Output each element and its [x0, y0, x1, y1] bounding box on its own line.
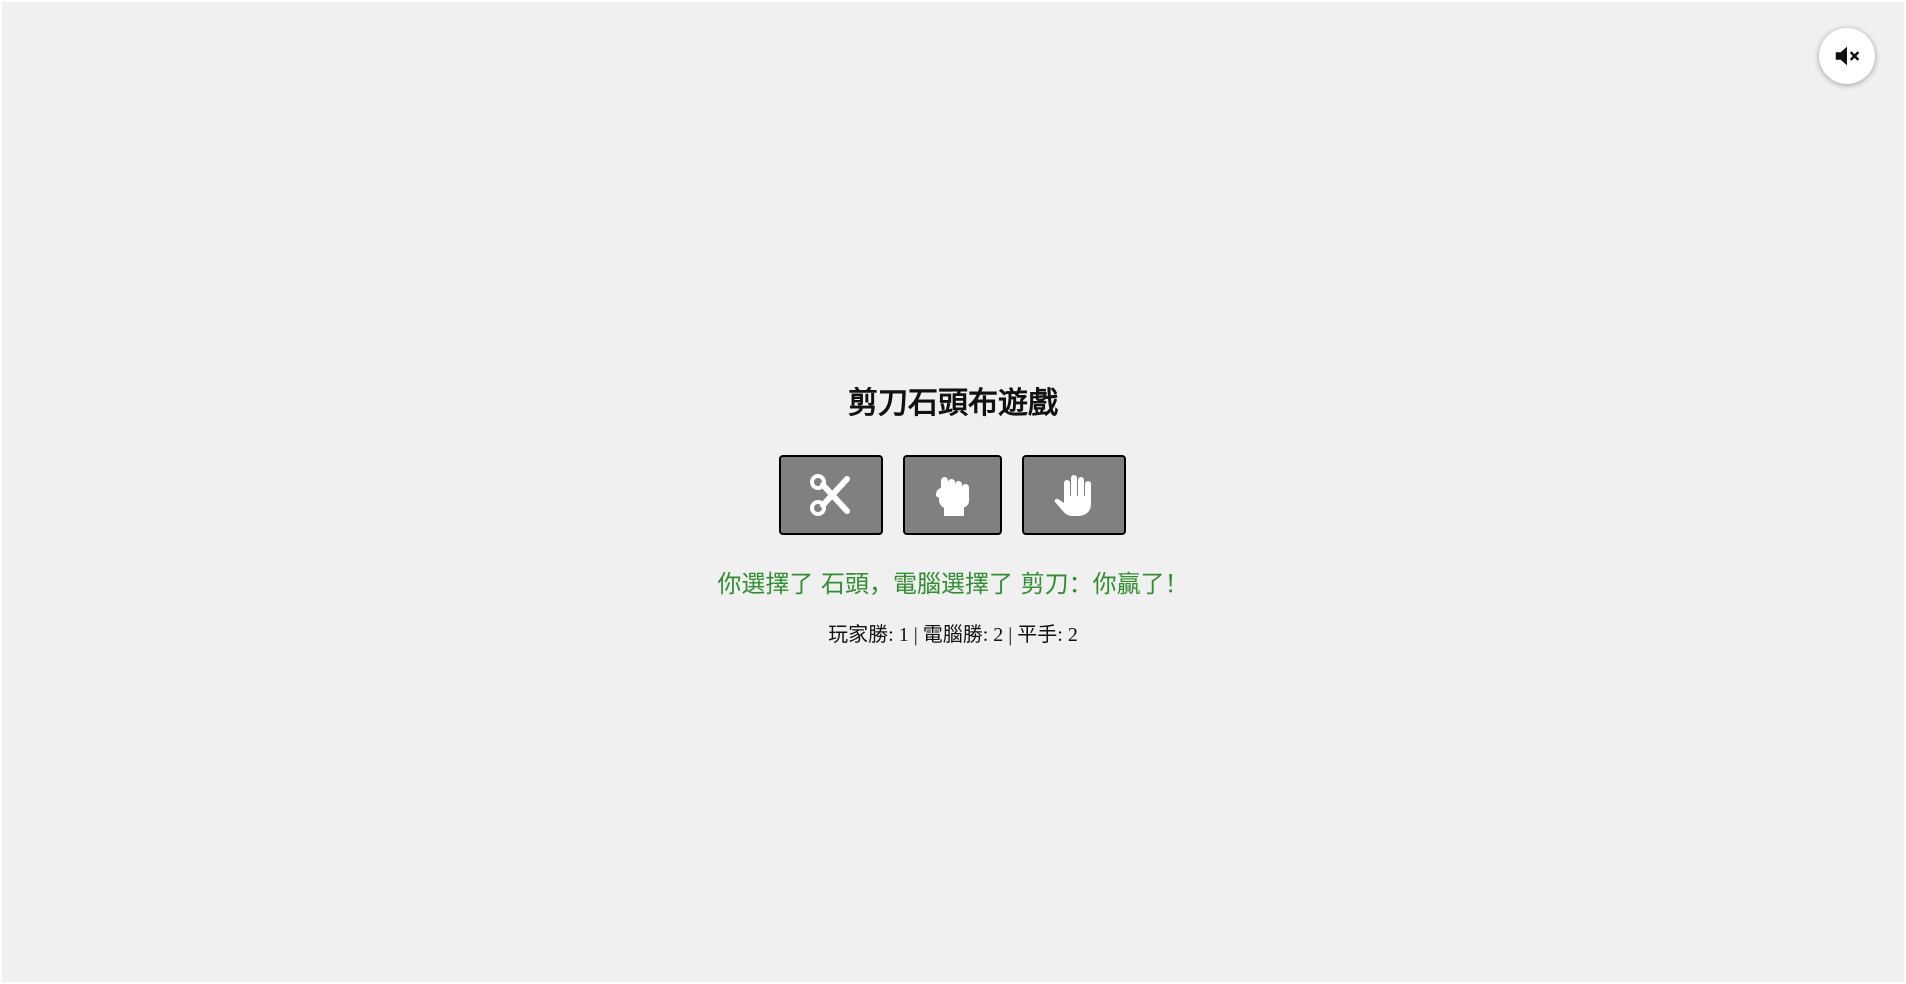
scissors-icon — [810, 474, 850, 516]
game-title: 剪刀石頭布遊戲 — [848, 386, 1058, 421]
score-summary: 玩家勝: 1 | 電腦勝: 2 | 平手: 2 — [828, 624, 1078, 646]
mute-toggle-button[interactable] — [1819, 28, 1875, 84]
scissors-button[interactable] — [779, 455, 883, 535]
paper-hand-icon — [1054, 475, 1091, 516]
rock-button[interactable] — [903, 455, 1002, 535]
volume-mute-icon — [1835, 46, 1859, 66]
paper-button[interactable] — [1022, 455, 1126, 535]
result-message: 你選擇了 石頭，電腦選擇了 剪刀：你贏了！ — [717, 570, 1189, 598]
rock-fist-icon — [935, 477, 969, 516]
